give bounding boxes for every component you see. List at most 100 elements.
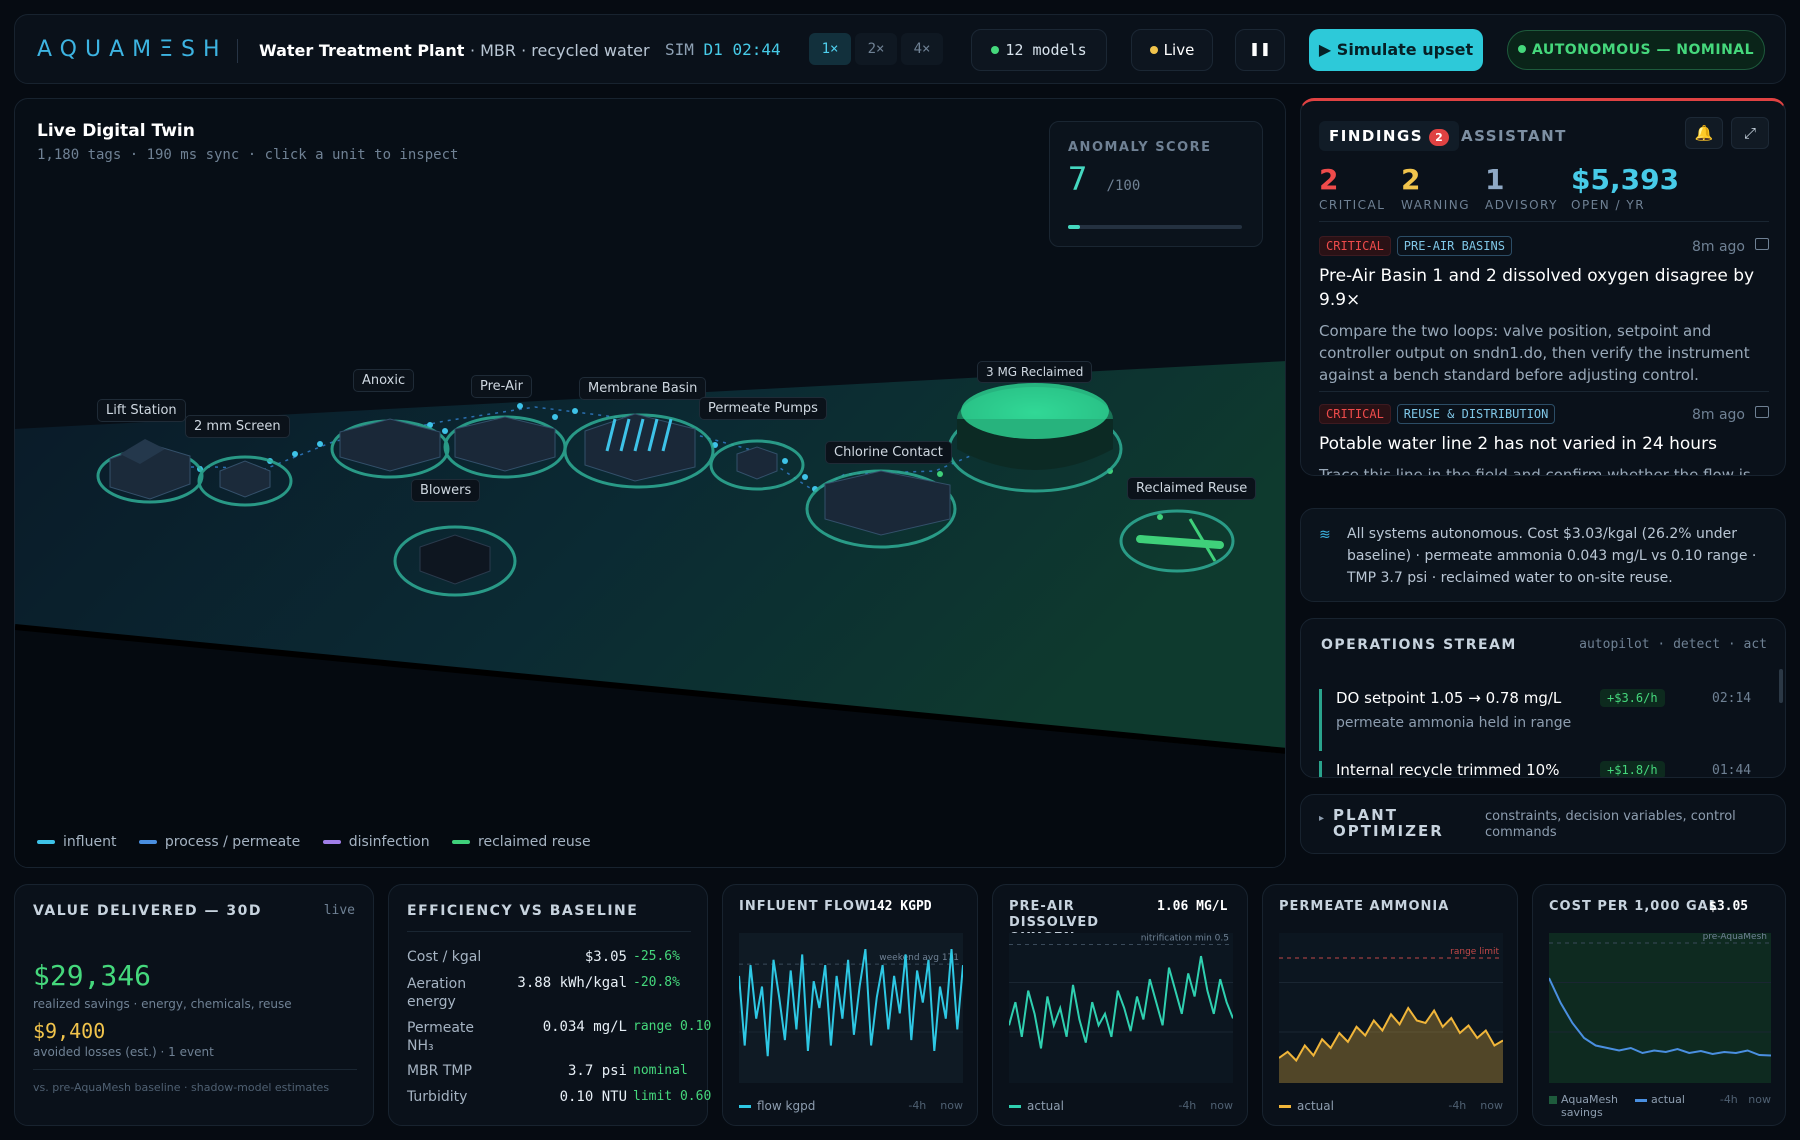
unit-permeate-pumps[interactable]: Permeate Pumps [699, 397, 827, 420]
anomaly-score-value: 7 /100 [1068, 160, 1140, 198]
severity-badge: CRITICAL [1319, 404, 1391, 424]
models-pill[interactable]: 12 models [971, 29, 1107, 71]
stat-advisory: 1 ADVISORY [1485, 163, 1558, 212]
comment-icon[interactable] [1755, 406, 1769, 418]
reference-label: nitrification min 0.5 [1141, 934, 1229, 944]
unit-blowers[interactable]: Blowers [411, 479, 481, 502]
severity-badge: CRITICAL [1319, 236, 1391, 256]
cost-per-kgal-chart: COST PER 1,000 GAL $3.05 pre-AquaMesh Aq… [1532, 884, 1786, 1126]
chart-plot: weekend avg 171 [739, 933, 963, 1083]
value-divider [33, 1069, 357, 1070]
live-pill[interactable]: Live [1131, 29, 1213, 71]
dissolved-oxygen-chart: PRE-AIR DISSOLVED OXYGEN 1.06 MG/L nitri… [992, 884, 1248, 1126]
area-badge: PRE-AIR BASINS [1396, 236, 1512, 256]
simulate-upset-label: Simulate upset [1336, 40, 1474, 59]
header-divider [237, 39, 238, 63]
reference-label: range limit [1450, 947, 1499, 957]
chart-legend: actual -4h now [1009, 1099, 1233, 1113]
ops-scrollbar[interactable] [1779, 669, 1783, 703]
operations-stream: OPERATIONS STREAM autopilot · detect · a… [1300, 618, 1786, 778]
area-badge: REUSE & DISTRIBUTION [1396, 404, 1556, 424]
sim-clock: SIM D1 02:44 [665, 40, 781, 59]
chart-background [1009, 933, 1233, 1083]
expand-icon[interactable]: ⤢ [1731, 117, 1769, 149]
tab-findings[interactable]: FINDINGS 2 [1319, 121, 1459, 151]
legend-process: process / permeate [138, 834, 300, 850]
unit-pre-air[interactable]: Pre-Air [471, 375, 532, 398]
ops-item[interactable]: DO setpoint 1.05 → 0.78 mg/L permeate am… [1319, 689, 1751, 751]
legend-disinfection: disinfection [322, 834, 430, 850]
chart-legend: AquaMesh savingsactual -4h now [1549, 1093, 1771, 1119]
value-footnote: vs. pre-AquaMesh baseline · shadow-model… [33, 1081, 330, 1094]
ops-item-title: DO setpoint 1.05 → 0.78 mg/L [1336, 689, 1562, 707]
top-bar: AQUAMΞSH Water Treatment Plant · MBR · r… [14, 14, 1786, 84]
value-live-tag: live [323, 903, 355, 918]
eff-row-ammonia: Permeate NH₃ [407, 1020, 474, 1054]
tab-assistant[interactable]: ASSISTANT [1461, 127, 1567, 145]
plant-optimizer[interactable]: ▸ PLANT OPTIMIZER constraints, decision … [1300, 794, 1786, 854]
chart-value: $3.05 [1709, 899, 1749, 914]
live-status-icon [1149, 45, 1158, 54]
plant-subtitle: · MBR · recycled water [469, 41, 650, 60]
finding-title: Pre-Air Basin 1 and 2 dissolved oxygen d… [1319, 266, 1755, 310]
speed-1x-button[interactable]: 1× [809, 33, 851, 65]
app-logo[interactable]: AQUAMΞSH [37, 37, 228, 62]
live-label: Live [1163, 41, 1195, 59]
findings-divider [1319, 221, 1769, 222]
ops-item[interactable]: Internal recycle trimmed 10% +$1.8/h 01:… [1319, 761, 1751, 777]
optimizer-description: constraints, decision variables, control… [1485, 809, 1736, 840]
eff-row-tmp: MBR TMP 3.7 psi nominal [407, 1063, 688, 1079]
permeate-ammonia-chart: PERMEATE AMMONIA range limit actual -4h n… [1262, 884, 1518, 1126]
speed-4x-button[interactable]: 4× [901, 33, 943, 65]
plant-name: Water Treatment Plant [259, 41, 465, 60]
pause-button[interactable]: ❚❚ [1235, 29, 1285, 71]
speed-2x-button[interactable]: 2× [855, 33, 897, 65]
realized-savings-sub: realized savings · energy, chemicals, re… [33, 997, 292, 1011]
unit-reclaimed-reuse[interactable]: Reclaimed Reuse [1127, 477, 1257, 500]
reference-label: pre-AquaMesh [1703, 933, 1767, 942]
ops-item-sub: permeate ammonia held in range [1336, 715, 1572, 731]
avoided-losses-sub: avoided losses (est.) · 1 event [33, 1045, 214, 1059]
finding-item[interactable]: CRITICAL PRE-AIR BASINS 8m ago Pre-Air Ba… [1319, 235, 1769, 386]
unit-membrane-basin[interactable]: Membrane Basin [579, 377, 707, 400]
optimizer-title: PLANT OPTIMIZER [1333, 806, 1444, 840]
autonomy-status-badge: AUTONOMOUS — NOMINAL [1507, 30, 1765, 70]
unit-chlorine-contact[interactable]: Chlorine Contact [825, 441, 952, 464]
ops-item-delta: +$3.6/h [1600, 689, 1665, 707]
legend-influent: influent [37, 834, 116, 850]
simulate-upset-button[interactable]: ▶ Simulate upset [1309, 29, 1483, 71]
twin-legend: influent process / permeate disinfection… [37, 834, 609, 850]
bell-icon[interactable]: 🔔 [1685, 117, 1723, 149]
anomaly-score-label: ANOMALY SCORE [1068, 140, 1212, 155]
eff-row-turbidity: Turbidity 0.10 NTU limit 0.60 [407, 1089, 712, 1105]
finding-item[interactable]: CRITICAL REUSE & DISTRIBUTION 8m ago Pota… [1319, 403, 1769, 475]
unit-lift-station[interactable]: Lift Station [97, 399, 186, 422]
unit-anoxic[interactable]: Anoxic [353, 369, 415, 392]
tab-findings-label: FINDINGS [1329, 127, 1424, 145]
unit-screen[interactable]: 2 mm Screen [185, 415, 290, 438]
unit-reclaimed-tank[interactable]: 3 MG Reclaimed [977, 361, 1093, 383]
stat-critical: 2 CRITICAL [1319, 163, 1386, 212]
chart-legend: actual -4h now [1279, 1099, 1503, 1113]
realized-savings: $29,346 [33, 959, 152, 992]
finding-title: Potable water line 2 has not varied in 2… [1319, 434, 1717, 454]
chevron-right-icon: ▸ [1319, 813, 1325, 824]
legend-reuse: reclaimed reuse [452, 834, 591, 850]
chart-background [1549, 933, 1771, 1083]
digital-twin-panel: Live Digital Twin 1,180 tags · 190 ms sy… [14, 98, 1286, 868]
reference-label: weekend avg 171 [879, 953, 959, 963]
models-label: 12 models [1005, 41, 1087, 59]
autonomy-summary: ≋ All systems autonomous. Cost $3.03/kga… [1300, 508, 1786, 602]
efficiency-title: EFFICIENCY VS BASELINE [407, 903, 639, 919]
anomaly-value: 7 [1068, 160, 1088, 198]
value-title: VALUE DELIVERED — 30D [33, 903, 262, 919]
wave-icon: ≋ [1319, 527, 1331, 543]
chart-title: PERMEATE AMMONIA [1279, 899, 1450, 914]
ops-item-time: 02:14 [1712, 691, 1752, 706]
comment-icon[interactable] [1755, 238, 1769, 250]
stat-warning: 2 WARNING [1401, 163, 1471, 212]
findings-panel: FINDINGS 2 ASSISTANT 🔔 ⤢ 2 CRITICAL 2 WARNI… [1300, 98, 1786, 476]
avoided-losses: $9,400 [33, 1019, 106, 1043]
chart-title: INFLUENT FLOW [739, 899, 871, 914]
autonomy-status-label: AUTONOMOUS — NOMINAL [1531, 42, 1755, 58]
